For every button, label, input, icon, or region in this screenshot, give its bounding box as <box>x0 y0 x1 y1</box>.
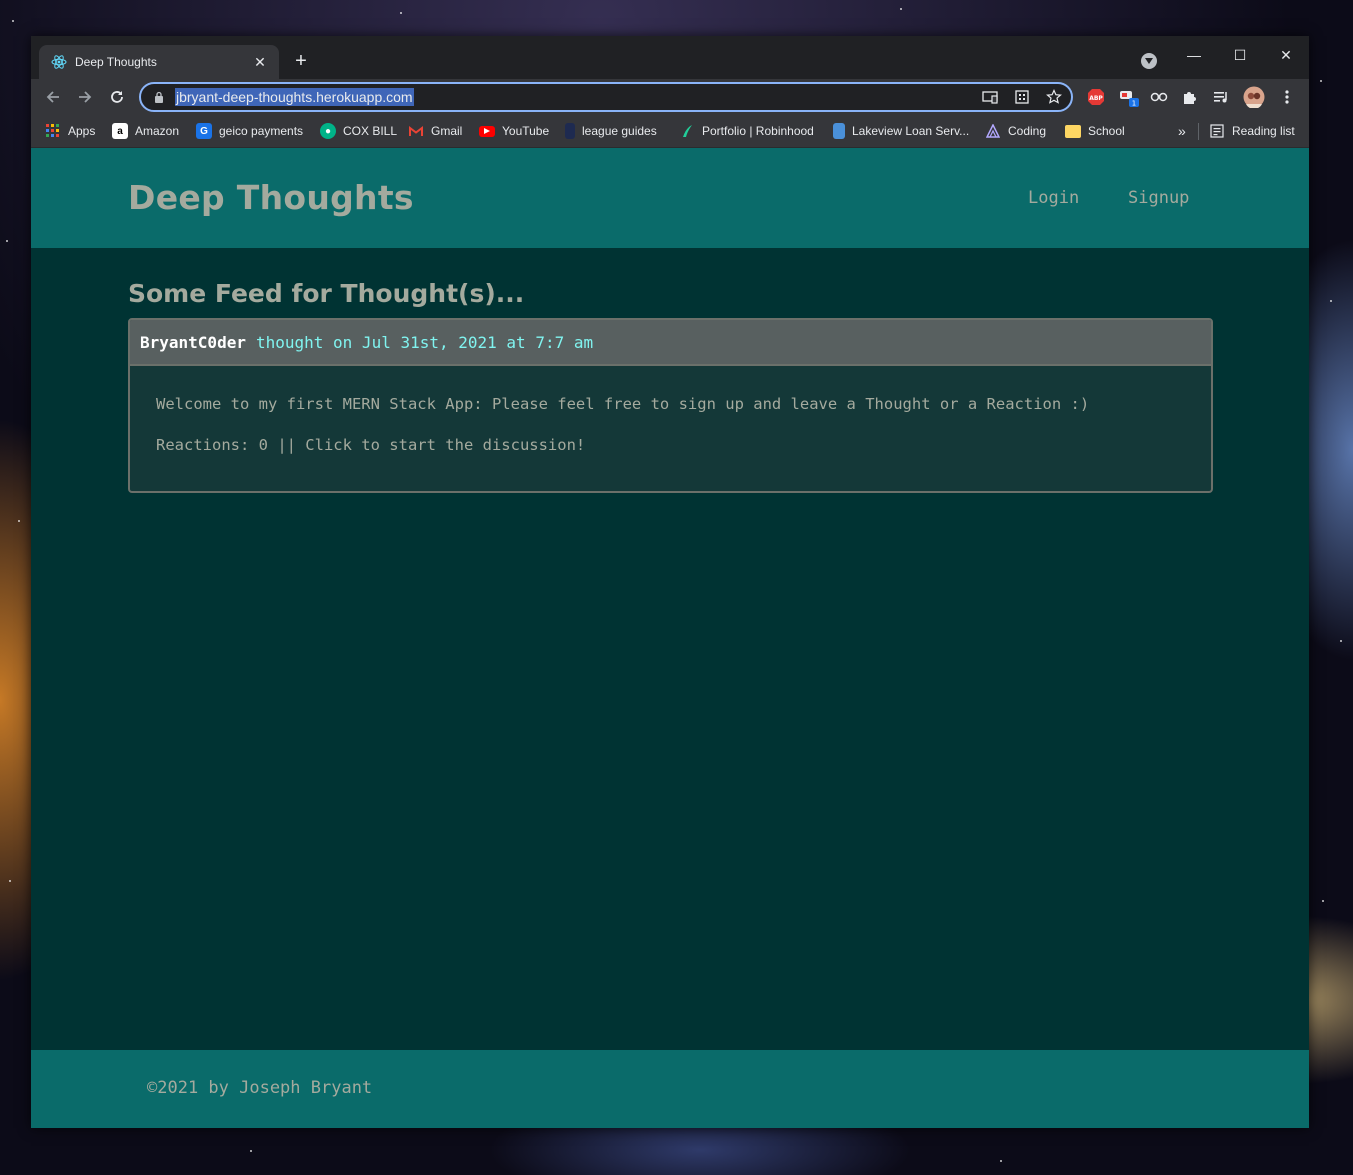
amazon-icon: a <box>112 123 128 139</box>
bookmark-label: Apps <box>68 124 96 138</box>
bookmark-geico-payments[interactable]: G geico payments <box>196 121 303 141</box>
signup-link[interactable]: Signup <box>1128 188 1189 208</box>
league-icon <box>565 123 575 139</box>
bookmark-league-guides[interactable]: league guides <box>565 121 657 141</box>
bookmark-coding[interactable]: Coding <box>985 121 1046 141</box>
svg-text:1: 1 <box>1132 100 1136 108</box>
browser-window: Deep Thoughts ✕ + — ☐ ✕ jbryant-deep-tho… <box>31 36 1309 1128</box>
tab-deep-thoughts[interactable]: Deep Thoughts ✕ <box>39 45 279 79</box>
bookmark-lakeview[interactable]: Lakeview Loan Serv... <box>833 121 969 141</box>
profile-avatar-icon[interactable] <box>1243 86 1265 108</box>
close-window-icon[interactable]: ✕ <box>1263 40 1309 70</box>
reactions-link[interactable]: Reactions: 0 || Click to start the discu… <box>156 436 1185 454</box>
thought-card-header: BryantC0der thought on Jul 31st, 2021 at… <box>130 320 1211 366</box>
tab-search-icon[interactable] <box>1141 53 1157 69</box>
bookmark-apps[interactable]: Apps <box>45 121 95 141</box>
cast-icon[interactable] <box>981 88 999 106</box>
feed-heading: Some Feed for Thought(s)... <box>128 279 525 308</box>
lakeview-icon <box>833 123 845 139</box>
geico-icon: G <box>196 123 212 139</box>
reading-list[interactable]: Reading list <box>1209 121 1295 141</box>
thought-username-link[interactable]: BryantC0der <box>140 333 246 352</box>
folder-icon <box>1065 124 1081 138</box>
thought-card-body[interactable]: Welcome to my first MERN Stack App: Plea… <box>130 366 1211 482</box>
extension-badge-icon[interactable]: 1 <box>1118 86 1140 108</box>
maximize-icon[interactable]: ☐ <box>1217 40 1263 70</box>
bookmarks-bar: Apps a Amazon G geico payments ● COX BIL… <box>31 115 1309 148</box>
adblock-icon[interactable]: ABP <box>1085 86 1107 108</box>
bookmark-school[interactable]: School <box>1065 121 1125 141</box>
bookmark-label: School <box>1088 124 1125 138</box>
close-icon[interactable]: ✕ <box>251 54 269 71</box>
youtube-icon <box>479 125 495 137</box>
bookmark-robinhood[interactable]: Portfolio | Robinhood <box>679 121 814 141</box>
reading-list-icon <box>1209 123 1225 139</box>
login-link[interactable]: Login <box>1028 188 1079 208</box>
bookmark-label: Gmail <box>431 124 463 138</box>
site-header: Deep Thoughts Login Signup <box>31 148 1309 248</box>
address-bar[interactable]: jbryant-deep-thoughts.herokuapp.com <box>139 82 1073 112</box>
lock-icon[interactable] <box>153 90 165 104</box>
mask-extension-icon[interactable] <box>1148 86 1170 108</box>
reading-list-label: Reading list <box>1232 124 1295 138</box>
bookmarks-overflow-chevron[interactable]: » <box>1178 121 1186 141</box>
site-footer: ©2021 by Joseph Bryant <box>31 1050 1309 1128</box>
bookmark-label: league guides <box>582 124 657 138</box>
apps-grid-icon <box>45 123 61 139</box>
bookmark-star-icon[interactable] <box>1045 88 1063 106</box>
web-page: Deep Thoughts Login Signup Some Feed for… <box>31 148 1309 1128</box>
bookmark-label: geico payments <box>219 124 304 138</box>
minimize-icon[interactable]: — <box>1171 40 1217 70</box>
bookmarks-divider <box>1198 123 1199 140</box>
plus-icon[interactable]: + <box>289 48 313 74</box>
browser-toolbar: jbryant-deep-thoughts.herokuapp.com ABP … <box>31 79 1309 115</box>
url-text[interactable]: jbryant-deep-thoughts.herokuapp.com <box>175 88 414 106</box>
reload-icon[interactable] <box>103 83 131 111</box>
react-atom-icon <box>51 54 67 70</box>
footer-copyright: ©2021 by Joseph Bryant <box>147 1078 373 1098</box>
bookmark-label: Lakeview Loan Serv... <box>852 124 970 138</box>
back-arrow-icon[interactable] <box>39 83 67 111</box>
bookmark-gmail[interactable]: Gmail <box>408 121 462 141</box>
forward-arrow-icon[interactable] <box>71 83 99 111</box>
coding-icon <box>985 123 1001 139</box>
thought-card: BryantC0der thought on Jul 31st, 2021 at… <box>128 318 1213 493</box>
tab-title: Deep Thoughts <box>75 55 157 69</box>
bookmark-label: Coding <box>1008 124 1047 138</box>
qr-code-icon[interactable] <box>1013 88 1031 106</box>
tab-strip: Deep Thoughts ✕ + — ☐ ✕ <box>31 36 1309 79</box>
gmail-icon <box>408 123 424 139</box>
bookmark-youtube[interactable]: YouTube <box>479 121 549 141</box>
bookmark-label: Amazon <box>135 124 180 138</box>
thought-meta: thought on Jul 31st, 2021 at 7:7 am <box>255 332 594 352</box>
bookmark-cox-bill[interactable]: ● COX BILL <box>320 121 397 141</box>
robinhood-icon <box>679 123 695 139</box>
bookmark-label: COX BILL <box>343 124 398 138</box>
thought-text: Welcome to my first MERN Stack App: Plea… <box>156 395 1090 413</box>
kebab-menu-icon[interactable] <box>1276 86 1298 108</box>
bookmark-amazon[interactable]: a Amazon <box>112 121 179 141</box>
bookmark-label: Portfolio | Robinhood <box>702 124 814 138</box>
site-title[interactable]: Deep Thoughts <box>128 178 414 217</box>
cox-icon: ● <box>320 123 336 139</box>
svg-text:ABP: ABP <box>1089 95 1103 102</box>
bookmark-label: YouTube <box>502 124 550 138</box>
media-control-icon[interactable] <box>1210 86 1232 108</box>
puzzle-icon[interactable] <box>1179 86 1201 108</box>
